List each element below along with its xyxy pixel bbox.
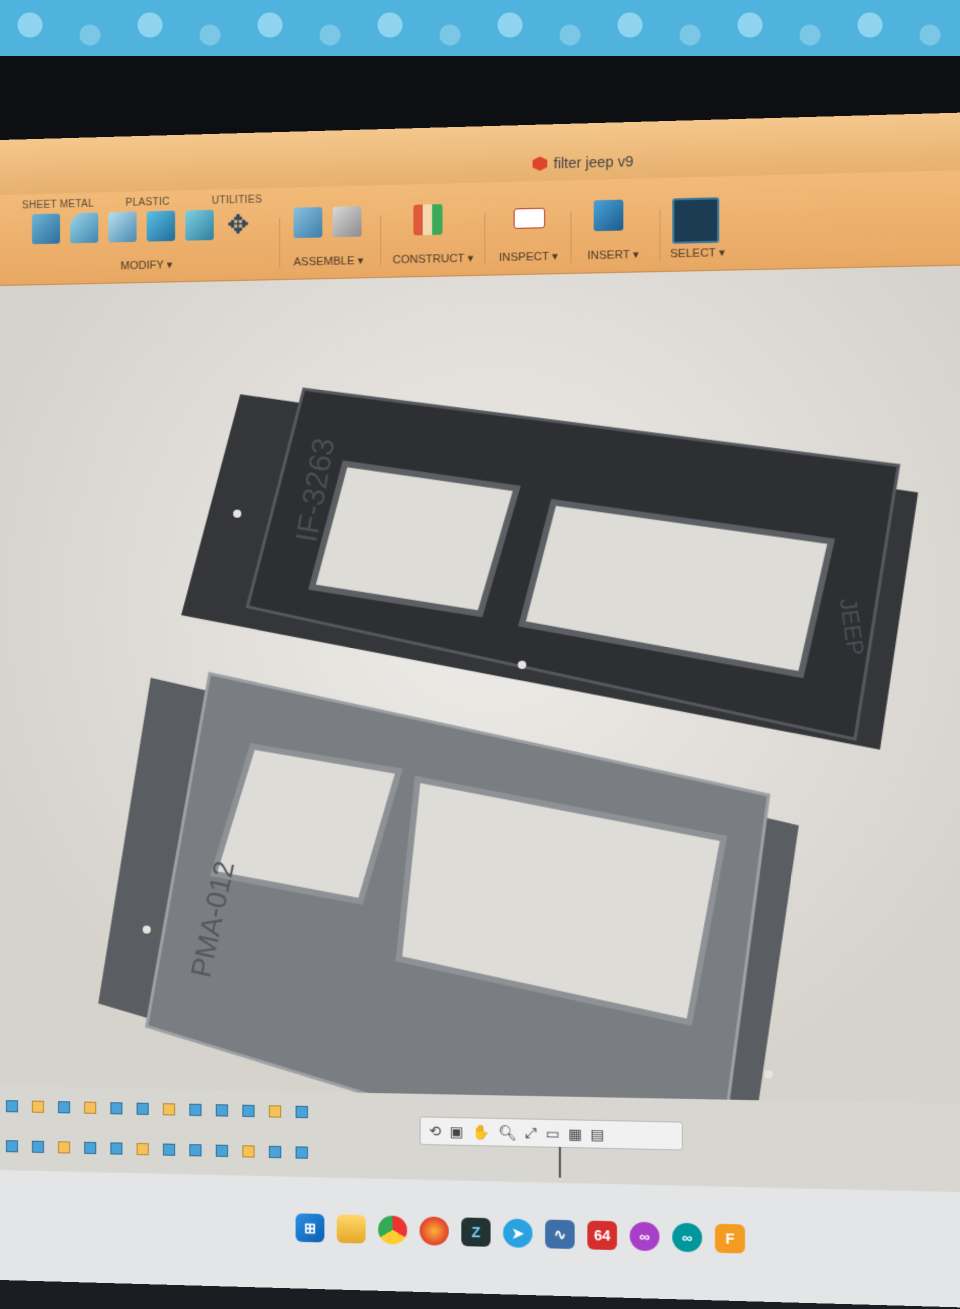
arduino-icon[interactable]: ∞ (672, 1222, 703, 1253)
timeline-feature[interactable] (295, 1146, 308, 1159)
timeline-feature[interactable] (84, 1141, 97, 1155)
zoom-icon[interactable]: 🔍︎ (498, 1124, 517, 1142)
document-title-text: filter jeep v9 (553, 152, 634, 172)
fusion-doc-icon (533, 156, 548, 171)
timeline-feature[interactable] (84, 1101, 97, 1114)
fit-icon[interactable]: ⤢ (525, 1124, 537, 1142)
insert-group: INSERT ▾ (581, 199, 655, 267)
select-menu[interactable]: SELECT ▾ (670, 246, 725, 261)
joint-icon[interactable] (332, 206, 362, 238)
tab-plastic[interactable]: PLASTIC (125, 197, 169, 209)
measure-icon[interactable] (513, 207, 546, 229)
model-canvas: IF-3263 JEEP PMA-012 (98, 265, 919, 1105)
look-at-icon[interactable]: ▣ (450, 1123, 464, 1141)
insert-menu[interactable]: INSERT ▾ (587, 248, 638, 263)
modify-group: ✥ MODIFY ▾ (26, 208, 279, 278)
combine-icon[interactable] (146, 210, 176, 242)
timeline-feature[interactable] (136, 1102, 149, 1115)
tab-utilities[interactable]: UTILITIES (212, 194, 262, 206)
telegram-icon[interactable]: ➤ (503, 1218, 533, 1248)
timeline-feature[interactable] (189, 1144, 202, 1157)
sheet-metal-icon[interactable] (31, 213, 61, 245)
timeline-feature[interactable] (110, 1142, 123, 1155)
display-settings-icon[interactable]: ▭ (546, 1124, 560, 1142)
offset-plane-icon[interactable] (413, 204, 443, 236)
timeline-feature[interactable] (5, 1100, 18, 1113)
toolbar-separator (380, 215, 382, 267)
toolbar-separator (484, 213, 486, 265)
new-component-icon[interactable] (293, 207, 323, 239)
firefox-icon[interactable] (419, 1216, 449, 1246)
insert-image-icon[interactable] (593, 199, 624, 232)
assemble-menu[interactable]: ASSEMBLE ▾ (294, 254, 364, 269)
shell-icon[interactable] (108, 211, 137, 243)
timeline-feature[interactable] (31, 1140, 44, 1153)
select-icon[interactable] (672, 197, 720, 244)
timeline-feature[interactable] (215, 1104, 229, 1117)
fillet-icon[interactable] (70, 212, 99, 244)
timeline-feature[interactable] (58, 1101, 71, 1114)
file-explorer-icon[interactable] (336, 1214, 366, 1244)
timeline-feature[interactable] (242, 1104, 255, 1118)
timeline-feature[interactable] (136, 1142, 149, 1156)
timeline-feature[interactable] (58, 1141, 71, 1154)
timeline-feature[interactable] (5, 1140, 18, 1153)
modify-menu[interactable]: MODIFY ▾ (120, 258, 172, 272)
construct-menu[interactable]: CONSTRUCT ▾ (393, 251, 474, 266)
timeline-feature[interactable] (215, 1144, 229, 1158)
move-icon[interactable]: ✥ (224, 208, 253, 240)
monitor-app-icon[interactable]: ∿ (545, 1219, 575, 1250)
part-bottom-filter-frame[interactable]: PMA-012 (98, 673, 799, 1105)
viewports-icon[interactable]: ▤ (590, 1125, 604, 1143)
grid-icon[interactable]: ▦ (568, 1125, 582, 1143)
cf-app-icon[interactable]: ∞ (629, 1221, 660, 1252)
fusion360-icon[interactable]: F (714, 1223, 745, 1254)
timeline-feature[interactable] (268, 1105, 282, 1118)
assemble-group: ASSEMBLE ▾ (287, 206, 380, 273)
windows-start-icon[interactable]: ⊞ (295, 1213, 325, 1243)
document-title: filter jeep v9 (533, 152, 634, 172)
windows-taskbar: ⊞ Z ➤ ∿ 64 ∞ ∞ F (0, 1170, 960, 1309)
timeline-feature[interactable] (162, 1103, 176, 1116)
timeline-feature[interactable] (242, 1145, 255, 1158)
toolbar-separator (279, 218, 281, 269)
chrome-icon[interactable] (378, 1215, 408, 1245)
z-app-icon[interactable]: Z (461, 1217, 491, 1247)
wallpaper (0, 0, 960, 60)
toolbar-separator (659, 208, 661, 261)
3d-viewport[interactable]: IF-3263 JEEP PMA-012 (0, 264, 960, 1105)
timeline-feature[interactable] (31, 1100, 44, 1113)
n64-emulator-icon[interactable]: 64 (587, 1220, 617, 1251)
draft-icon[interactable] (185, 209, 214, 241)
inspect-menu[interactable]: INSPECT ▾ (499, 250, 558, 265)
inspect-group: INSPECT ▾ (495, 201, 569, 268)
orbit-icon[interactable]: ⟲ (429, 1122, 441, 1140)
timeline-feature[interactable] (162, 1143, 176, 1156)
timeline-playhead[interactable] (558, 1146, 561, 1178)
select-group: SELECT ▾ (668, 197, 743, 265)
tab-sheet-metal[interactable]: SHEET METAL (22, 199, 94, 212)
toolbar-separator (570, 211, 572, 263)
timeline-feature[interactable] (189, 1103, 202, 1117)
screen: filter jeep v9 SHEET METAL PLASTIC UTILI… (0, 111, 960, 1309)
timeline-feature[interactable] (268, 1145, 282, 1159)
timeline-feature[interactable] (295, 1105, 308, 1119)
timeline-feature[interactable] (110, 1102, 123, 1115)
pan-icon[interactable]: ✋ (472, 1123, 490, 1141)
construct-group: CONSTRUCT ▾ (391, 203, 485, 271)
